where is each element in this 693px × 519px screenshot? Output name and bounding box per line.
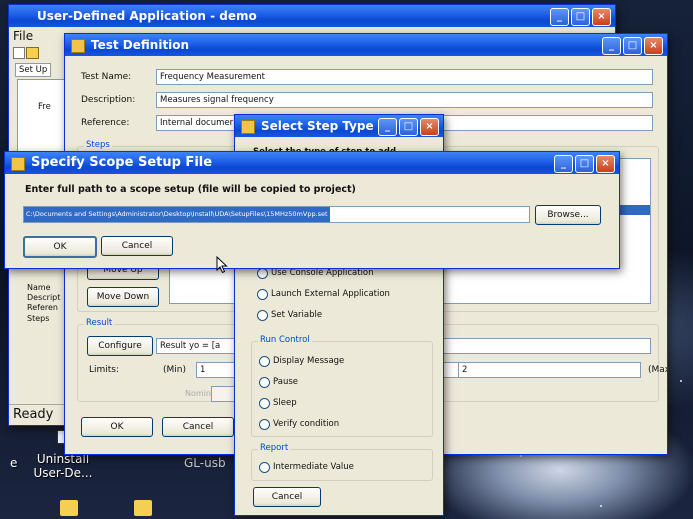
desktop-icon-gl-usb[interactable]: GL-usb (184, 456, 226, 470)
desktop-icon-label-partial: e (10, 456, 18, 470)
side-label-steps: Steps (27, 314, 50, 323)
select-step-type-titlebar[interactable]: Select Step Type _ □ × (235, 115, 443, 137)
test-definition-titlebar[interactable]: Test Definition _ □ × (65, 34, 667, 56)
minimize-button[interactable]: _ (554, 155, 573, 173)
minimize-button[interactable]: _ (378, 118, 397, 136)
tree-item[interactable]: Fre (38, 102, 51, 112)
min-label: (Min) (163, 365, 186, 375)
report-group-label: Report (258, 443, 291, 453)
cancel-button[interactable]: Cancel (101, 236, 173, 256)
configure-button[interactable]: Configure (87, 336, 153, 356)
toolbar-open-icon[interactable] (26, 47, 39, 59)
desktop-icon-uninstall[interactable]: Uninstall User-De... (28, 452, 98, 480)
move-down-button[interactable]: Move Down (87, 287, 159, 307)
description-label: Description: (81, 95, 136, 105)
reference-label: Reference: (81, 118, 130, 128)
folder-icon[interactable] (60, 500, 78, 516)
scope-path-field[interactable]: C:\Documents and Settings\Administrator\… (23, 206, 530, 223)
steps-group-label: Steps (84, 140, 112, 150)
radio-use-console-application[interactable]: Use Console Application (255, 267, 374, 281)
scope-setup-dialog: Specify Scope Setup File _ □ × Enter ful… (4, 151, 620, 269)
browse-button[interactable]: Browse... (535, 205, 601, 225)
cancel-button[interactable]: Cancel (253, 487, 321, 507)
star (600, 505, 602, 507)
toolbar-new-icon[interactable] (13, 47, 25, 59)
minimize-button[interactable]: _ (602, 37, 621, 55)
window-title: Test Definition (91, 38, 190, 52)
star (680, 380, 682, 382)
radio-pause[interactable]: Pause (257, 376, 298, 390)
radio-display-message[interactable]: Display Message (257, 355, 344, 369)
radio-verify-condition[interactable]: Verify condition (257, 418, 339, 432)
radio-set-variable[interactable]: Set Variable (255, 309, 322, 323)
side-label-description: Descript (27, 293, 61, 302)
maximize-button[interactable]: □ (623, 37, 642, 55)
result-group-label: Result (84, 318, 115, 328)
tab-setup[interactable]: Set Up (15, 63, 52, 77)
scope-setup-prompt: Enter full path to a scope setup (file w… (25, 184, 356, 195)
limits-label: Limits: (89, 365, 120, 375)
maximize-button[interactable]: □ (399, 118, 418, 136)
cancel-button[interactable]: Cancel (162, 417, 234, 437)
maximize-button[interactable]: □ (571, 8, 590, 26)
scope-setup-titlebar[interactable]: Specify Scope Setup File _ □ × (5, 152, 619, 174)
minimize-button[interactable]: _ (550, 8, 569, 26)
window-app-icon (11, 157, 25, 171)
status-text: Ready (13, 407, 54, 422)
menu-file[interactable]: File (13, 29, 33, 43)
window-title: Specify Scope Setup File (31, 155, 213, 170)
mouse-cursor-icon (216, 256, 228, 274)
close-button[interactable]: × (596, 155, 615, 173)
side-label-name: Name (27, 283, 51, 292)
radio-sleep[interactable]: Sleep (257, 397, 297, 411)
desktop-icon-label: GL-usb (184, 456, 226, 470)
test-name-label: Test Name: (81, 72, 132, 82)
folder-icon[interactable] (134, 500, 152, 516)
close-button[interactable]: × (644, 37, 663, 55)
maximize-button[interactable]: □ (575, 155, 594, 173)
side-label-reference: Referen (27, 303, 58, 312)
radio-intermediate-value[interactable]: Intermediate Value (257, 461, 354, 475)
window-title: User-Defined Application - demo (37, 9, 257, 23)
close-button[interactable]: × (592, 8, 611, 26)
description-field[interactable]: Measures signal frequency (156, 92, 653, 108)
close-button[interactable]: × (420, 118, 439, 136)
scope-path-value: C:\Documents and Settings\Administrator\… (24, 207, 330, 222)
window-title: Select Step Type (261, 119, 374, 133)
star (520, 455, 522, 457)
window-app-icon (71, 39, 85, 53)
main-app-titlebar[interactable]: User-Defined Application - demo _ □ × (9, 5, 615, 27)
radio-launch-external-application[interactable]: Launch External Application (255, 288, 390, 302)
desktop-icon-label: User-De... (33, 466, 93, 480)
max-limit-field[interactable]: 2 (458, 362, 641, 378)
run-control-group-label: Run Control (258, 335, 312, 345)
test-name-field[interactable]: Frequency Measurement (156, 69, 653, 85)
ok-button[interactable]: OK (23, 236, 97, 258)
window-app-icon (241, 120, 255, 134)
max-label: (Max) (648, 365, 667, 375)
ok-button[interactable]: OK (81, 417, 153, 437)
